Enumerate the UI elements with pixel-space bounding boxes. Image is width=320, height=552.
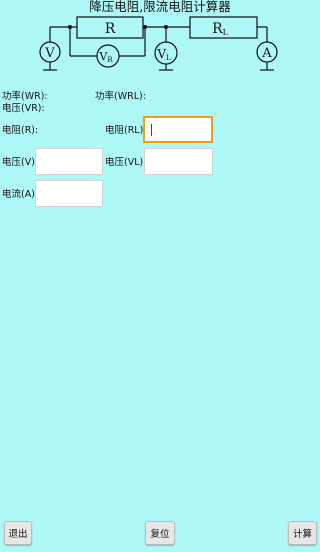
resistance-rl-label: 电阻(RL): [105,125,147,136]
voltmeter-vr-label: VR [98,50,113,64]
voltage-l-input[interactable] [144,148,213,175]
voltmeter-v-label: V [44,46,55,61]
exit-button[interactable]: 退出 [4,521,32,545]
voltage-input[interactable] [35,148,103,175]
current-label: 电流(A): [2,189,39,200]
reset-button[interactable]: 复位 [145,521,175,545]
calculate-button[interactable]: 计算 [288,521,317,545]
current-input[interactable] [35,180,103,207]
ammeter-a-label: A [261,46,272,61]
resistance-rl-input[interactable] [143,116,213,143]
power-r-label: 功率(WR): [2,91,48,102]
power-rl-label: 功率(WRL): [95,91,146,102]
voltage-label: 电压(V): [2,157,39,168]
resistance-r-label: 电阻(R): [2,125,39,136]
text-caret [151,123,152,136]
voltage-r-label: 电压(VR): [2,103,45,114]
voltage-l-label: 电压(VL): [105,157,147,168]
resistor-r-label: R [105,21,116,37]
resistor-rl-label: RL [212,21,229,37]
voltmeter-vl-label: VL [156,47,171,62]
circuit-diagram: R RL V VR VL A [39,16,278,71]
